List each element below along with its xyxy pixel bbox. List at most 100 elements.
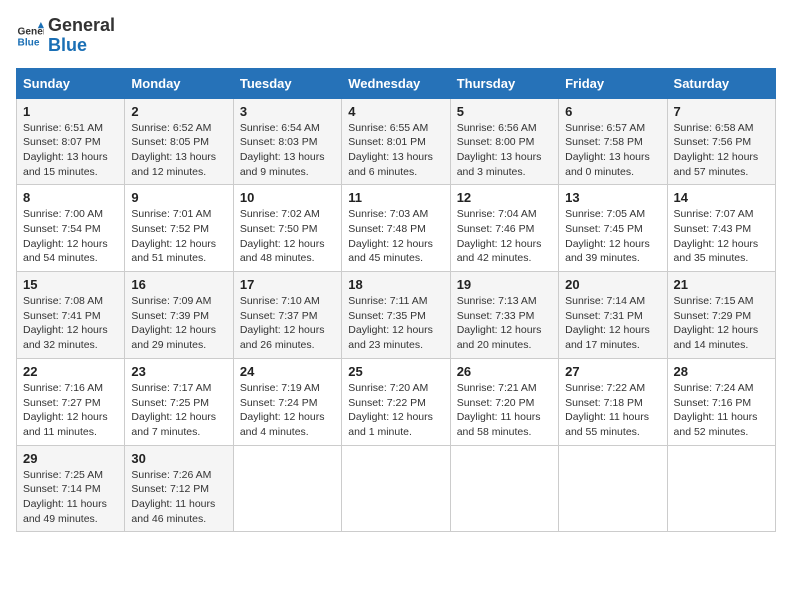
day-number: 5 [457,104,552,119]
calendar-cell: 10 Sunrise: 7:02 AM Sunset: 7:50 PM Dayl… [233,185,341,272]
day-number: 15 [23,277,118,292]
day-detail: Sunrise: 7:14 AM Sunset: 7:31 PM Dayligh… [565,294,660,353]
day-number: 1 [23,104,118,119]
calendar-cell: 16 Sunrise: 7:09 AM Sunset: 7:39 PM Dayl… [125,272,233,359]
dow-header-thursday: Thursday [450,68,558,98]
calendar-cell: 8 Sunrise: 7:00 AM Sunset: 7:54 PM Dayli… [17,185,125,272]
svg-text:Blue: Blue [18,37,40,48]
calendar-cell: 27 Sunrise: 7:22 AM Sunset: 7:18 PM Dayl… [559,358,667,445]
day-detail: Sunrise: 6:51 AM Sunset: 8:07 PM Dayligh… [23,121,118,180]
calendar-cell: 13 Sunrise: 7:05 AM Sunset: 7:45 PM Dayl… [559,185,667,272]
day-detail: Sunrise: 7:03 AM Sunset: 7:48 PM Dayligh… [348,207,443,266]
calendar-table: SundayMondayTuesdayWednesdayThursdayFrid… [16,68,776,533]
calendar-cell: 11 Sunrise: 7:03 AM Sunset: 7:48 PM Dayl… [342,185,450,272]
day-number: 30 [131,451,226,466]
calendar-cell [559,445,667,532]
dow-header-saturday: Saturday [667,68,775,98]
day-number: 12 [457,190,552,205]
calendar-cell [342,445,450,532]
calendar-cell: 7 Sunrise: 6:58 AM Sunset: 7:56 PM Dayli… [667,98,775,185]
day-detail: Sunrise: 6:57 AM Sunset: 7:58 PM Dayligh… [565,121,660,180]
day-number: 19 [457,277,552,292]
calendar-cell: 20 Sunrise: 7:14 AM Sunset: 7:31 PM Dayl… [559,272,667,359]
day-number: 10 [240,190,335,205]
day-number: 28 [674,364,769,379]
calendar-cell: 29 Sunrise: 7:25 AM Sunset: 7:14 PM Dayl… [17,445,125,532]
day-detail: Sunrise: 7:01 AM Sunset: 7:52 PM Dayligh… [131,207,226,266]
day-number: 14 [674,190,769,205]
day-detail: Sunrise: 6:54 AM Sunset: 8:03 PM Dayligh… [240,121,335,180]
calendar-cell: 28 Sunrise: 7:24 AM Sunset: 7:16 PM Dayl… [667,358,775,445]
calendar-cell [233,445,341,532]
day-detail: Sunrise: 6:56 AM Sunset: 8:00 PM Dayligh… [457,121,552,180]
day-number: 18 [348,277,443,292]
calendar-cell: 24 Sunrise: 7:19 AM Sunset: 7:24 PM Dayl… [233,358,341,445]
day-number: 24 [240,364,335,379]
day-number: 23 [131,364,226,379]
calendar-cell: 12 Sunrise: 7:04 AM Sunset: 7:46 PM Dayl… [450,185,558,272]
day-detail: Sunrise: 6:55 AM Sunset: 8:01 PM Dayligh… [348,121,443,180]
day-detail: Sunrise: 7:08 AM Sunset: 7:41 PM Dayligh… [23,294,118,353]
day-detail: Sunrise: 7:10 AM Sunset: 7:37 PM Dayligh… [240,294,335,353]
day-detail: Sunrise: 7:04 AM Sunset: 7:46 PM Dayligh… [457,207,552,266]
calendar-cell: 21 Sunrise: 7:15 AM Sunset: 7:29 PM Dayl… [667,272,775,359]
dow-header-monday: Monday [125,68,233,98]
calendar-cell: 23 Sunrise: 7:17 AM Sunset: 7:25 PM Dayl… [125,358,233,445]
calendar-cell: 17 Sunrise: 7:10 AM Sunset: 7:37 PM Dayl… [233,272,341,359]
day-detail: Sunrise: 7:15 AM Sunset: 7:29 PM Dayligh… [674,294,769,353]
day-detail: Sunrise: 7:25 AM Sunset: 7:14 PM Dayligh… [23,468,118,527]
calendar-cell: 14 Sunrise: 7:07 AM Sunset: 7:43 PM Dayl… [667,185,775,272]
calendar-cell: 15 Sunrise: 7:08 AM Sunset: 7:41 PM Dayl… [17,272,125,359]
day-detail: Sunrise: 7:00 AM Sunset: 7:54 PM Dayligh… [23,207,118,266]
day-detail: Sunrise: 6:58 AM Sunset: 7:56 PM Dayligh… [674,121,769,180]
day-number: 27 [565,364,660,379]
day-detail: Sunrise: 7:05 AM Sunset: 7:45 PM Dayligh… [565,207,660,266]
calendar-cell: 1 Sunrise: 6:51 AM Sunset: 8:07 PM Dayli… [17,98,125,185]
calendar-cell: 26 Sunrise: 7:21 AM Sunset: 7:20 PM Dayl… [450,358,558,445]
calendar-cell: 3 Sunrise: 6:54 AM Sunset: 8:03 PM Dayli… [233,98,341,185]
calendar-cell: 5 Sunrise: 6:56 AM Sunset: 8:00 PM Dayli… [450,98,558,185]
day-number: 17 [240,277,335,292]
day-number: 9 [131,190,226,205]
day-detail: Sunrise: 7:13 AM Sunset: 7:33 PM Dayligh… [457,294,552,353]
day-number: 13 [565,190,660,205]
dow-header-wednesday: Wednesday [342,68,450,98]
day-detail: Sunrise: 7:17 AM Sunset: 7:25 PM Dayligh… [131,381,226,440]
calendar-cell: 6 Sunrise: 6:57 AM Sunset: 7:58 PM Dayli… [559,98,667,185]
day-number: 3 [240,104,335,119]
day-detail: Sunrise: 7:07 AM Sunset: 7:43 PM Dayligh… [674,207,769,266]
dow-header-friday: Friday [559,68,667,98]
calendar-cell: 9 Sunrise: 7:01 AM Sunset: 7:52 PM Dayli… [125,185,233,272]
day-number: 20 [565,277,660,292]
day-number: 16 [131,277,226,292]
calendar-cell: 30 Sunrise: 7:26 AM Sunset: 7:12 PM Dayl… [125,445,233,532]
logo-blue: Blue [48,36,115,56]
calendar-cell [450,445,558,532]
day-detail: Sunrise: 7:16 AM Sunset: 7:27 PM Dayligh… [23,381,118,440]
day-detail: Sunrise: 7:24 AM Sunset: 7:16 PM Dayligh… [674,381,769,440]
calendar-cell: 18 Sunrise: 7:11 AM Sunset: 7:35 PM Dayl… [342,272,450,359]
dow-header-sunday: Sunday [17,68,125,98]
day-number: 4 [348,104,443,119]
day-detail: Sunrise: 7:02 AM Sunset: 7:50 PM Dayligh… [240,207,335,266]
calendar-cell [667,445,775,532]
logo: General Blue General Blue [16,16,115,56]
logo-general: General [48,16,115,36]
day-detail: Sunrise: 7:11 AM Sunset: 7:35 PM Dayligh… [348,294,443,353]
day-number: 29 [23,451,118,466]
calendar-cell: 4 Sunrise: 6:55 AM Sunset: 8:01 PM Dayli… [342,98,450,185]
day-detail: Sunrise: 6:52 AM Sunset: 8:05 PM Dayligh… [131,121,226,180]
day-detail: Sunrise: 7:21 AM Sunset: 7:20 PM Dayligh… [457,381,552,440]
day-number: 21 [674,277,769,292]
day-number: 11 [348,190,443,205]
day-number: 25 [348,364,443,379]
day-detail: Sunrise: 7:20 AM Sunset: 7:22 PM Dayligh… [348,381,443,440]
day-number: 26 [457,364,552,379]
logo-icon: General Blue [16,22,44,50]
page-header: General Blue General Blue [16,16,776,56]
day-number: 7 [674,104,769,119]
day-number: 6 [565,104,660,119]
day-detail: Sunrise: 7:22 AM Sunset: 7:18 PM Dayligh… [565,381,660,440]
day-number: 8 [23,190,118,205]
day-detail: Sunrise: 7:19 AM Sunset: 7:24 PM Dayligh… [240,381,335,440]
